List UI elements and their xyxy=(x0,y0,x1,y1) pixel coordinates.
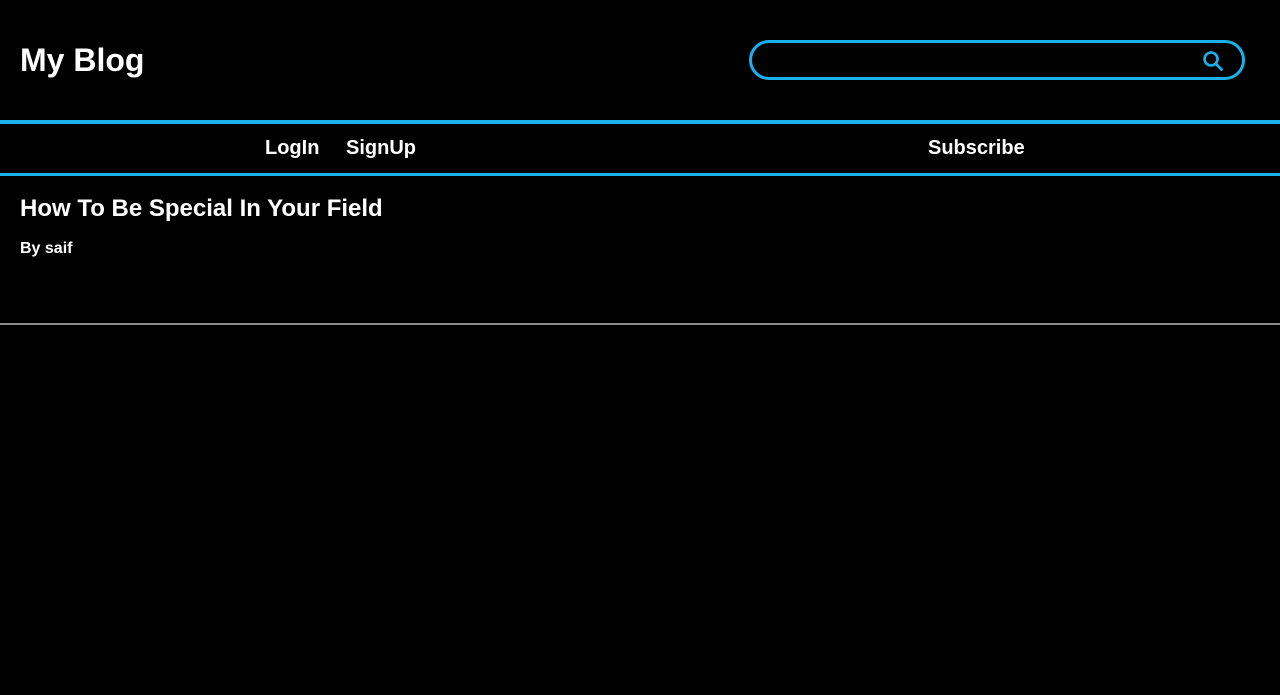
nav-bar: LogIn SignUp Subscribe xyxy=(0,120,1280,176)
post-card: How To Be Special In Your Field By saif xyxy=(0,176,1280,325)
site-title[interactable]: My Blog xyxy=(20,40,144,80)
signup-link[interactable]: SignUp xyxy=(346,124,416,173)
header: My Blog xyxy=(0,0,1280,120)
post-author: By saif xyxy=(20,240,73,257)
search-icon[interactable] xyxy=(1202,50,1224,72)
search-input[interactable] xyxy=(766,43,1186,77)
post-title[interactable]: How To Be Special In Your Field xyxy=(20,195,383,223)
search-box[interactable] xyxy=(749,40,1245,80)
subscribe-link[interactable]: Subscribe xyxy=(928,124,1025,173)
login-link[interactable]: LogIn xyxy=(265,124,319,173)
